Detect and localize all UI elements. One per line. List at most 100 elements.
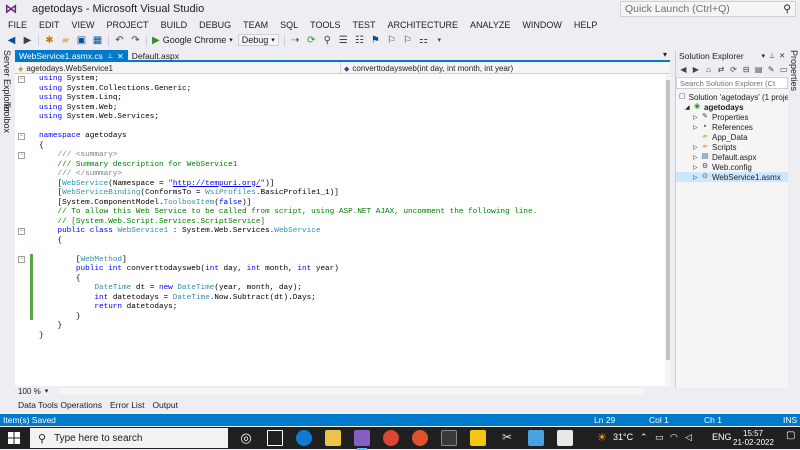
chevron-down-icon[interactable]: ▾ — [762, 52, 766, 60]
collapsed-triangle-icon[interactable]: ▷ — [693, 164, 698, 171]
collapse-icon[interactable]: − — [18, 152, 25, 159]
task-view-icon[interactable]: ◎ — [238, 430, 254, 446]
undo-icon[interactable]: ↶ — [114, 35, 125, 46]
collapse-icon[interactable]: − — [18, 228, 25, 235]
start-debugging-button[interactable]: ▶ Google Chrome ▾ — [152, 35, 233, 46]
solution-explorer-search-input[interactable]: Search Solution Explorer (Ct — [676, 77, 788, 89]
collapse-icon[interactable]: − — [18, 256, 25, 263]
toolbox-tab[interactable]: Toolbox — [2, 102, 12, 133]
properties-tab[interactable]: Properties — [789, 50, 799, 91]
tree-item-default-aspx[interactable]: ▷ ▤ Default.aspx — [676, 152, 788, 162]
tree-item-project[interactable]: ◢ ◉ agetodays — [676, 102, 788, 112]
tab-webservice1-asmx-cs[interactable]: WebService1.asmx.cs ⊥ ✕ — [15, 50, 128, 62]
attach-icon[interactable]: ⇢ — [290, 35, 301, 46]
weather-icon[interactable]: ☀ — [597, 431, 607, 444]
chevron-up-icon[interactable]: ⌃ — [640, 432, 648, 443]
scrollbar-thumb[interactable] — [666, 80, 670, 360]
zoom-select[interactable]: 100 % ▾ — [15, 387, 51, 396]
clock-date[interactable]: 21-02-2022 — [733, 438, 774, 447]
next-bookmark-icon[interactable]: ⚐ — [402, 35, 413, 46]
forward-icon[interactable]: ▶ — [692, 64, 701, 75]
forward-icon[interactable]: ▶ — [22, 35, 33, 46]
bookmark-icon[interactable]: ⚑ — [370, 35, 381, 46]
tools-icon[interactable]: ✂ — [499, 430, 515, 446]
code-editor[interactable]: − − − − − using System; using System.Col… — [15, 74, 665, 386]
collapse-all-icon[interactable]: ⊟ — [742, 64, 751, 75]
start-button[interactable] — [0, 427, 28, 449]
uncomment-icon[interactable]: ☷ — [354, 35, 365, 46]
browser-link-icon[interactable]: ⟳ — [306, 35, 317, 46]
member-combo[interactable]: ◆ converttodaysweb(int day, int month, i… — [341, 63, 670, 74]
tab-output[interactable]: Output — [152, 400, 178, 410]
preview-icon[interactable]: ▭ — [780, 64, 789, 75]
menu-view[interactable]: VIEW — [72, 20, 95, 30]
network-icon[interactable]: ▭ — [655, 432, 664, 443]
menu-help[interactable]: HELP — [574, 20, 598, 30]
collapsed-triangle-icon[interactable]: ▷ — [693, 154, 698, 161]
refresh-icon[interactable]: ⟳ — [729, 64, 738, 75]
clear-bookmarks-icon[interactable]: ⚏ — [418, 35, 429, 46]
menu-tools[interactable]: TOOLS — [310, 20, 340, 30]
redo-icon[interactable]: ↷ — [130, 35, 141, 46]
app-icon[interactable] — [441, 430, 457, 446]
expanded-triangle-icon[interactable]: ◢ — [685, 104, 690, 111]
prev-bookmark-icon[interactable]: ⚐ — [386, 35, 397, 46]
save-icon[interactable]: ▣ — [76, 35, 87, 46]
tab-data-tools-operations[interactable]: Data Tools Operations — [18, 400, 102, 410]
menu-project[interactable]: PROJECT — [107, 20, 149, 30]
home-icon[interactable]: ⌂ — [704, 64, 713, 75]
close-icon[interactable]: ✕ — [779, 52, 785, 60]
new-project-icon[interactable]: ✱ — [44, 35, 55, 46]
horizontal-scrollbar[interactable] — [59, 388, 645, 394]
toolbar-overflow-icon[interactable]: ▾ — [434, 35, 445, 46]
volume-icon[interactable]: ◁ — [685, 432, 692, 443]
close-icon[interactable]: ✕ — [117, 52, 124, 61]
tree-item-scripts[interactable]: ▷ ▰ Scripts — [676, 142, 788, 152]
collapsed-triangle-icon[interactable]: ▷ — [693, 124, 698, 131]
language-indicator[interactable]: ENG — [712, 432, 732, 442]
pin-icon[interactable]: ⊥ — [107, 52, 113, 60]
edge-browser-icon[interactable] — [296, 430, 312, 446]
tree-item-app-data[interactable]: ▰ App_Data — [676, 132, 788, 142]
menu-test[interactable]: TEST — [352, 20, 375, 30]
collapse-icon[interactable]: − — [18, 133, 25, 140]
collapsed-triangle-icon[interactable]: ▷ — [693, 114, 698, 121]
clock-time[interactable]: 15:57 — [743, 429, 763, 438]
tree-item-solution[interactable]: ▢ Solution 'agetodays' (1 project) — [676, 92, 788, 102]
menu-architecture[interactable]: ARCHITECTURE — [388, 20, 459, 30]
menu-analyze[interactable]: ANALYZE — [470, 20, 510, 30]
app-icon[interactable] — [528, 430, 544, 446]
tree-item-properties[interactable]: ▷ ✎ Properties — [676, 112, 788, 122]
tree-item-webservice1-asmx[interactable]: ▷ ⊙ WebService1.asmx — [676, 172, 788, 182]
tree-item-references[interactable]: ▷ ▪ References — [676, 122, 788, 132]
widgets-icon[interactable] — [267, 430, 283, 446]
open-folder-icon[interactable]: ▰ — [60, 35, 71, 46]
find-icon[interactable]: ⚲ — [322, 35, 333, 46]
file-explorer-icon[interactable] — [325, 430, 341, 446]
collapsed-triangle-icon[interactable]: ▷ — [693, 144, 698, 151]
save-all-icon[interactable]: ▦ — [92, 35, 103, 46]
collapse-icon[interactable]: − — [18, 76, 25, 83]
menu-build[interactable]: BUILD — [161, 20, 188, 30]
back-icon[interactable]: ◀ — [679, 64, 688, 75]
menu-file[interactable]: FILE — [8, 20, 27, 30]
pin-icon[interactable]: ⊥ — [769, 52, 775, 60]
tree-item-web-config[interactable]: ▷ ⚙ Web.config — [676, 162, 788, 172]
wifi-icon[interactable]: ◠ — [670, 432, 678, 443]
notification-icon[interactable]: ▢ — [786, 430, 795, 441]
tab-overflow-icon[interactable]: ▾ — [663, 50, 667, 59]
tab-default-aspx[interactable]: Default.aspx — [128, 50, 183, 62]
comment-icon[interactable]: ☰ — [338, 35, 349, 46]
collapsed-triangle-icon[interactable]: ▷ — [693, 174, 698, 181]
tab-error-list[interactable]: Error List — [110, 400, 144, 410]
visual-studio-taskbar-icon[interactable] — [354, 430, 370, 450]
weather-temperature[interactable]: 31°C — [613, 432, 633, 442]
menu-window[interactable]: WINDOW — [522, 20, 562, 30]
show-all-files-icon[interactable]: ▤ — [754, 64, 763, 75]
properties-icon[interactable]: ✎ — [767, 64, 776, 75]
quick-launch-input[interactable]: Quick Launch (Ctrl+Q) ⚲ — [620, 1, 796, 17]
code-link[interactable]: http://tempuri.org/ — [173, 180, 261, 188]
menu-debug[interactable]: DEBUG — [199, 20, 231, 30]
taskbar-search-input[interactable]: ⚲ Type here to search — [30, 428, 228, 448]
firefox-icon[interactable] — [412, 430, 428, 446]
